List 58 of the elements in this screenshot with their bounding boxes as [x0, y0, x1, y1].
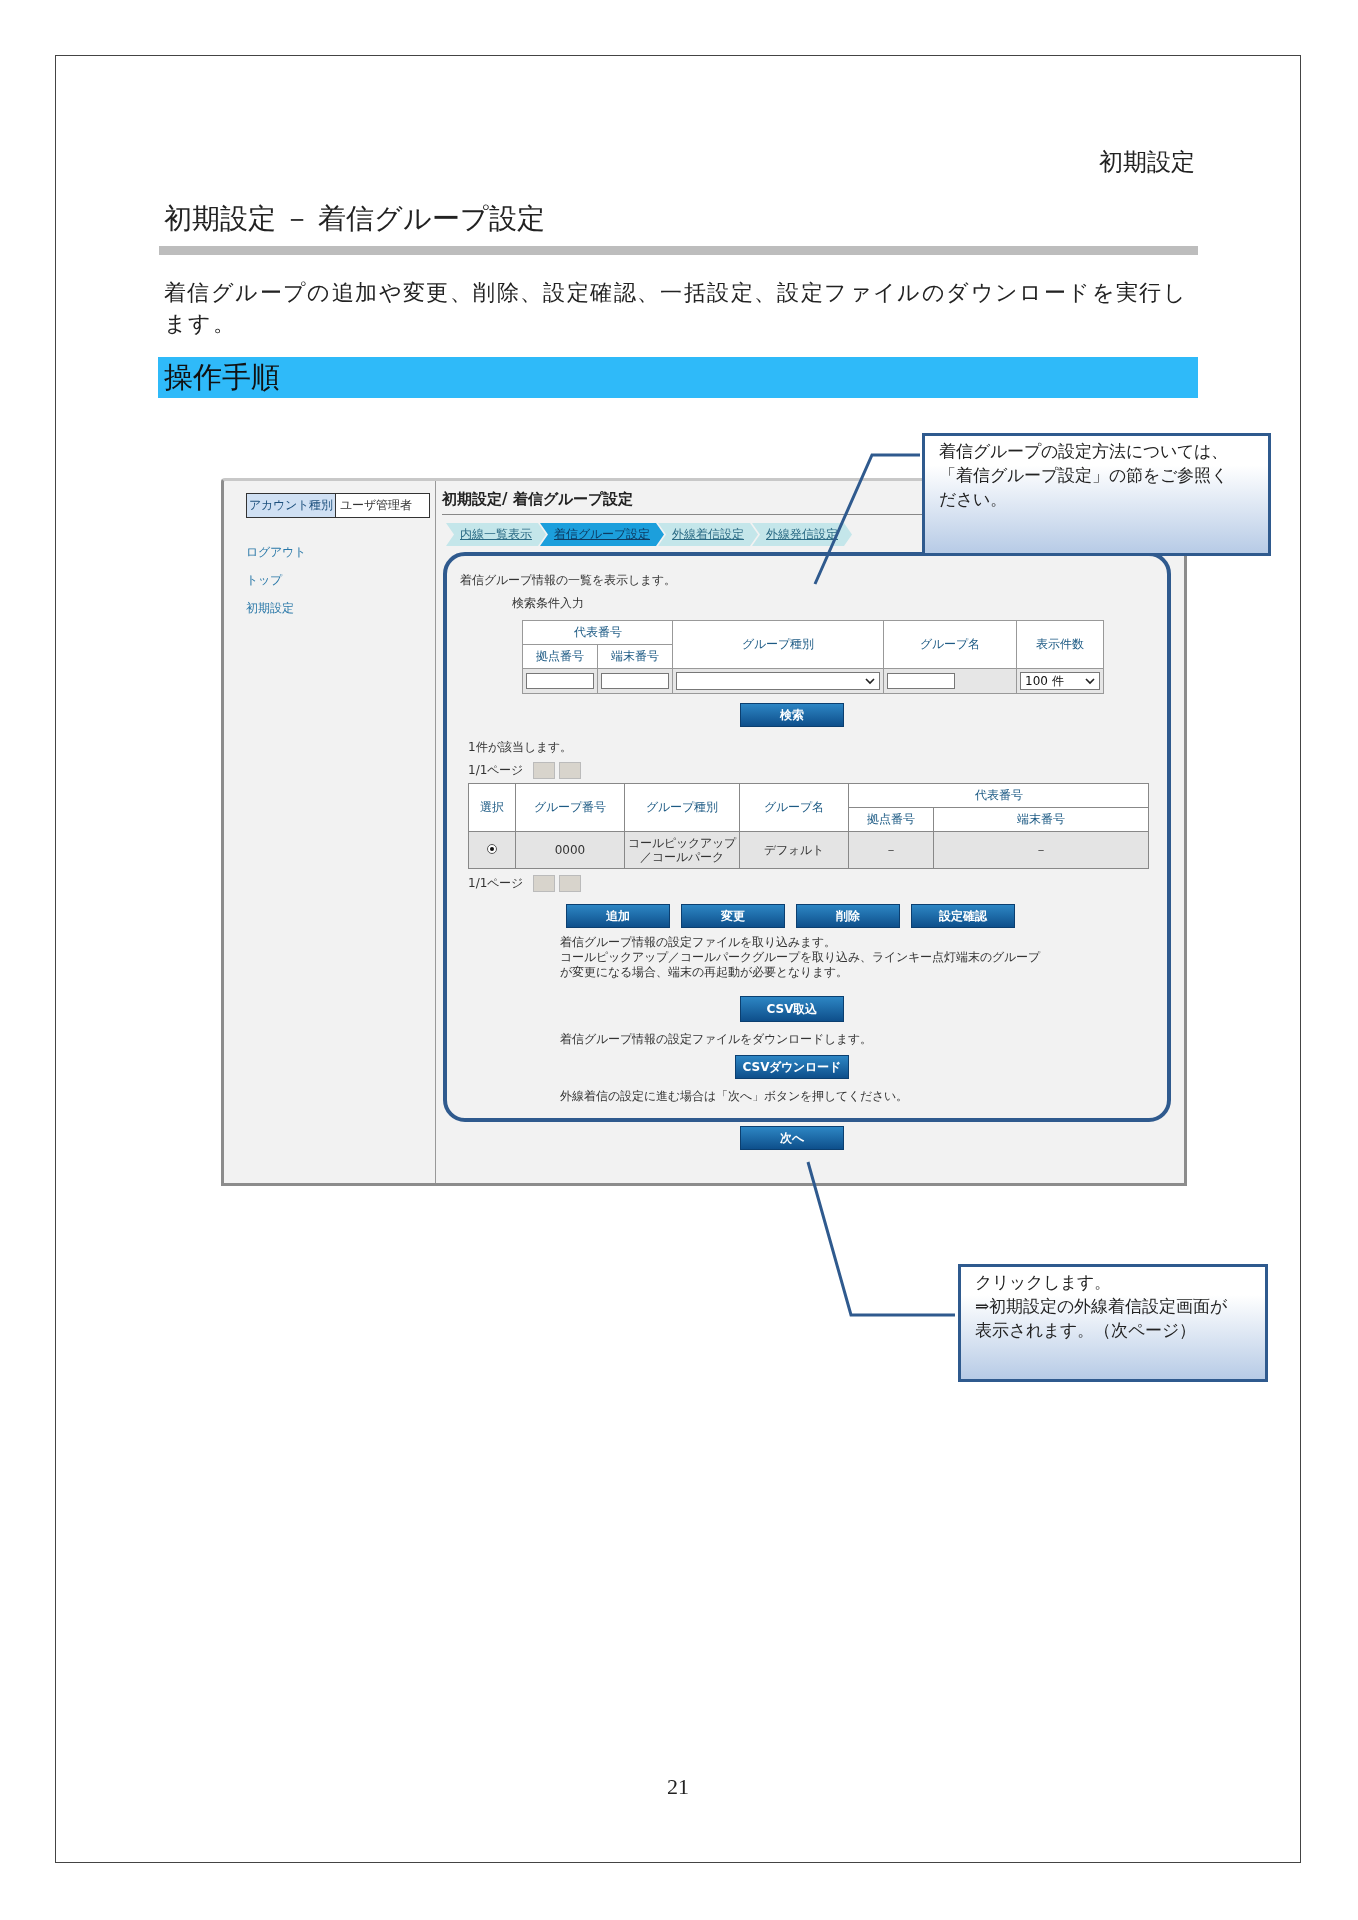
intro-text: 着信グループ情報の一覧を表示します。	[460, 572, 677, 589]
running-header: 初期設定	[1098, 148, 1195, 177]
table-cell: －	[848, 831, 934, 869]
table-header: 表示件数	[1016, 620, 1104, 669]
page-indicator: 1/1ページ	[468, 875, 524, 892]
table-cell: 0000	[515, 831, 625, 869]
tab[interactable]: 着信グループ設定	[540, 523, 664, 546]
table-cell: －	[933, 831, 1149, 869]
result-count: 1件が該当します。	[468, 739, 573, 756]
page-number: 21	[666, 1774, 690, 1800]
table-header: グループ番号	[515, 783, 625, 832]
input-field[interactable]	[601, 673, 669, 689]
account-value: ユーザ管理者	[339, 497, 413, 514]
dropdown[interactable]: 100 件	[1020, 672, 1100, 690]
input-field[interactable]	[526, 673, 594, 689]
section-heading: 操作手順	[158, 357, 1198, 398]
chevron-icon	[865, 677, 875, 685]
radio-button[interactable]	[487, 844, 497, 854]
table-header: 端末番号	[933, 807, 1149, 832]
table-header: 代表番号	[848, 783, 1149, 808]
action-button[interactable]: 変更	[681, 904, 785, 928]
table-header: グループ種別	[672, 620, 884, 669]
csv-download-button[interactable]: CSVダウンロード	[735, 1055, 849, 1079]
chevron-icon	[1085, 677, 1095, 685]
dropdown[interactable]	[676, 672, 880, 690]
import-note: 着信グループ情報の設定ファイルを取り込みます。	[560, 935, 837, 950]
next-note: 外線着信の設定に進む場合は「次へ」ボタンを押してください。	[560, 1089, 909, 1104]
tab[interactable]: 内線一覧表示	[446, 523, 546, 546]
nav-link[interactable]: ログアウト	[246, 544, 435, 561]
csv-import-button[interactable]: CSV取込	[740, 996, 844, 1022]
search-button[interactable]: 検索	[740, 703, 844, 727]
account-label: アカウント種別	[247, 494, 336, 517]
tab[interactable]: 外線着信設定	[658, 523, 758, 546]
table-header: 代表番号	[522, 620, 673, 645]
table-header: 選択	[468, 783, 516, 832]
callout-text: ⇒初期設定の外線着信設定画面が表示されます。（次ページ）	[975, 1296, 1229, 1342]
table-cell: デフォルト	[739, 831, 849, 869]
import-note: コールピックアップ／コールパークグループを取り込み、ラインキー点灯端末のグループが変更になる場合、端末の再起動が必要となります。	[560, 950, 1042, 980]
action-button[interactable]: 設定確認	[911, 904, 1015, 928]
callout-text: クリックします。	[975, 1272, 1112, 1294]
tab[interactable]: 外線発信設定	[752, 523, 852, 546]
action-button[interactable]: 追加	[566, 904, 670, 928]
table-header: グループ種別	[624, 783, 740, 832]
page-indicator: 1/1ページ	[468, 762, 524, 779]
description: 着信グループの追加や変更、削除、設定確認、一括設定、設定ファイルのダウンロードを実行します。	[164, 279, 1189, 338]
nav-link[interactable]: 初期設定	[246, 600, 435, 617]
table-header: グループ名	[739, 783, 849, 832]
table-header: 拠点番号	[848, 807, 934, 832]
nav-link[interactable]: トップ	[246, 572, 435, 589]
table-header: グループ名	[883, 620, 1017, 669]
table-cell: コールピックアップ／コールパーク	[624, 831, 740, 869]
search-label: 検索条件入力	[512, 595, 585, 612]
page-title: 初期設定 － 着信グループ設定	[164, 202, 546, 236]
next-button[interactable]: 次へ	[740, 1126, 844, 1150]
action-button[interactable]: 削除	[796, 904, 900, 928]
input-field[interactable]	[887, 673, 955, 689]
download-note: 着信グループ情報の設定ファイルをダウンロードします。	[560, 1032, 873, 1047]
table-header: 拠点番号	[522, 644, 598, 669]
